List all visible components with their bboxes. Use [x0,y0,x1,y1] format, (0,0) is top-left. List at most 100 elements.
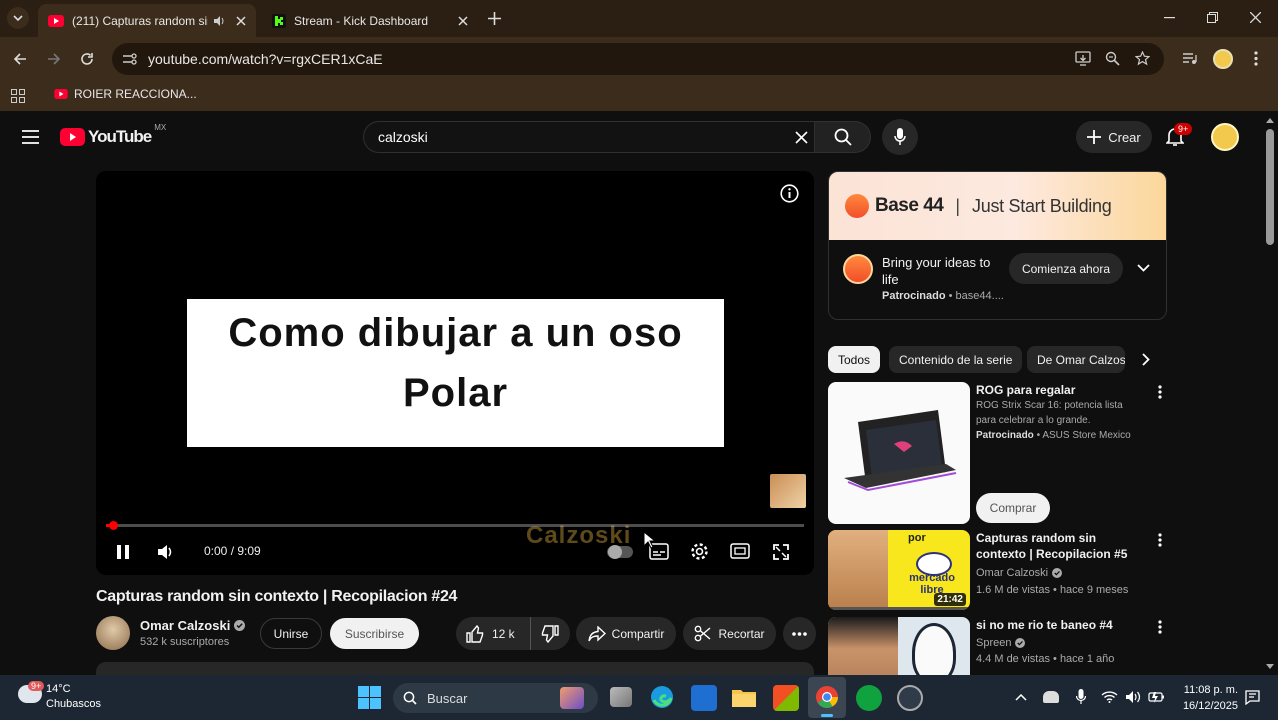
tab-search-button[interactable] [7,7,29,29]
progress-scrubber[interactable] [108,521,118,530]
chip-todos[interactable]: Todos [828,346,881,373]
xbox-app-icon[interactable] [856,685,882,711]
bookmark-star-icon[interactable] [1135,51,1150,66]
chevron-down-icon[interactable] [1137,264,1150,272]
browser-tab-kick[interactable]: Stream - Kick Dashboard [262,4,478,37]
close-window-icon[interactable] [1250,12,1261,23]
copilot-app-icon[interactable] [691,685,717,711]
progress-bar[interactable] [106,521,804,530]
tray-app-icon[interactable] [1043,691,1059,703]
chevron-up-icon[interactable] [1015,694,1027,701]
file-explorer-icon[interactable] [731,686,757,708]
bookmark-item[interactable]: ROIER REACCIONA... [54,87,197,101]
scissors-icon [695,625,711,642]
search-button[interactable] [815,121,871,153]
windows-start-icon[interactable] [358,686,381,709]
voice-search-button[interactable] [882,119,918,155]
site-info-icon[interactable] [122,52,138,66]
install-app-icon[interactable] [1075,51,1091,66]
microphone-tray-icon[interactable] [1076,689,1086,705]
scroll-down-icon[interactable] [1266,664,1274,669]
weather-widget[interactable]: 9+ 14°C Chubascos [16,681,116,715]
scrollbar-thumb[interactable] [1266,129,1274,245]
info-icon[interactable] [780,184,799,203]
sponsored-recommendation[interactable]: ROG para regalar ROG Strix Scar 16: pote… [828,382,1168,524]
minimize-icon[interactable] [1164,17,1175,19]
fullscreen-icon[interactable] [772,543,790,561]
search-input[interactable]: calzoski [363,121,815,153]
chrome-taskbar-button[interactable] [808,677,846,718]
zoom-icon[interactable] [1105,51,1120,66]
wifi-icon[interactable] [1101,691,1118,703]
more-vertical-icon[interactable] [1158,533,1162,547]
hamburger-menu-icon[interactable] [22,130,39,144]
settings-gear-icon[interactable] [690,542,709,561]
back-icon[interactable] [13,52,27,66]
volume-tray-icon[interactable] [1125,690,1142,704]
browser-tab-youtube[interactable]: (211) Capturas random sin c [38,4,256,37]
close-tab-icon[interactable] [236,15,246,26]
chevron-right-icon[interactable] [1142,353,1150,366]
apps-grid-icon[interactable] [11,89,25,103]
subscribe-button[interactable]: Suscribirse [330,618,419,649]
description-box[interactable] [96,662,814,675]
rec-sponsored-label: Patrocinado [976,430,1034,441]
pause-icon[interactable] [116,544,130,560]
notification-center-icon[interactable] [1245,690,1260,705]
ad-cta-button[interactable]: Comienza ahora [1009,253,1123,284]
region-code: MX [154,123,167,132]
time-display: 0:00 / 9:09 [204,544,261,558]
restore-icon[interactable] [1207,12,1218,23]
media-queue-icon[interactable] [1182,52,1197,65]
shop-button[interactable]: Comprar [976,493,1050,523]
recommendation-item[interactable]: si no me rio te baneo #4 Spreen 4.4 M de… [828,617,1168,675]
video-player[interactable]: Como dibujar a un oso Polar Calzoski 0:0… [96,171,814,575]
slide-text-line2: Polar [402,371,509,415]
menu-kebab-icon[interactable] [1254,51,1258,66]
task-view-icon[interactable] [610,687,632,707]
chip-from-channel[interactable]: De Omar Calzos [1027,346,1125,373]
ad-banner[interactable]: Base 44 | Just Start Building [829,172,1166,240]
ad-banner-brand: Base 44 [875,195,944,216]
video-thumbnail[interactable] [828,617,970,675]
channel-name[interactable]: Omar Calzoski [140,618,246,633]
channel-watermark-thumbnail[interactable] [770,474,806,508]
scroll-up-icon[interactable] [1266,118,1274,123]
clip-button[interactable]: Recortar [683,617,776,650]
account-avatar[interactable] [1211,123,1239,151]
more-actions-button[interactable] [783,617,816,650]
more-vertical-icon[interactable] [1158,385,1162,399]
video-thumbnail[interactable]: por mercado libre 21:42 [828,530,970,610]
dislike-button[interactable] [531,617,569,650]
chip-series-content[interactable]: Contenido de la serie [889,346,1023,373]
reload-icon[interactable] [80,52,94,66]
close-tab-icon[interactable] [458,15,468,26]
clear-search-icon[interactable] [795,131,808,144]
taskbar-search-box[interactable]: Buscar [393,683,598,713]
laptop-thumbnail[interactable] [828,382,970,524]
like-button[interactable]: 12 k [456,617,531,650]
address-bar[interactable]: youtube.com/watch?v=rgxCER1xCaE [112,43,1164,75]
sponsored-ad-card[interactable]: Base 44 | Just Start Building Bring your… [828,171,1167,320]
join-button[interactable]: Unirse [260,618,322,649]
theater-mode-icon[interactable] [730,543,750,559]
battery-icon[interactable] [1148,690,1165,704]
page-scrollbar[interactable] [1262,113,1278,675]
forward-icon[interactable] [47,52,61,66]
new-tab-icon[interactable] [488,12,501,25]
profile-avatar[interactable] [1213,49,1233,69]
volume-icon[interactable] [157,543,175,561]
share-button[interactable]: Compartir [576,617,676,650]
microsoft-store-icon[interactable] [773,685,799,711]
channel-avatar[interactable] [96,616,130,650]
youtube-logo[interactable]: YouTube MX [60,123,166,147]
more-vertical-icon[interactable] [1158,620,1162,634]
settings-app-icon[interactable] [897,685,923,711]
autoplay-toggle[interactable] [607,545,633,559]
notifications-button[interactable]: 9+ [1164,123,1193,149]
speaker-icon[interactable] [212,14,226,28]
create-button[interactable]: Crear [1076,121,1152,153]
edge-browser-icon[interactable] [650,685,674,709]
clock[interactable]: 11:08 p. m. 16/12/2025 [1172,682,1238,714]
recommendation-item[interactable]: por mercado libre 21:42 Capturas random … [828,530,1168,610]
